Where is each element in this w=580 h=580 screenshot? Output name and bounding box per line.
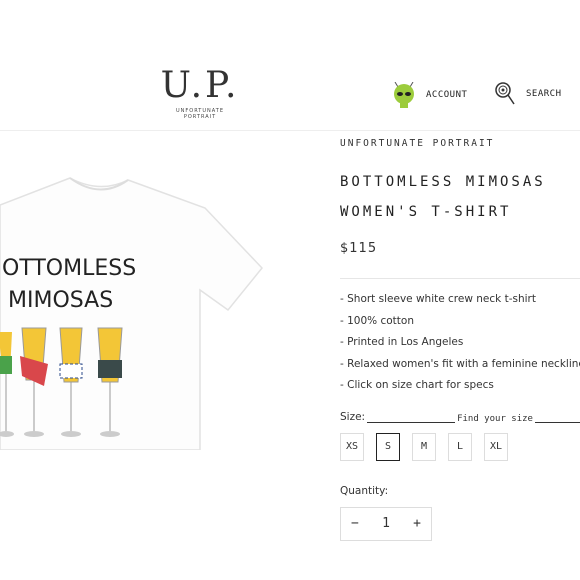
product-price: $115 [340, 241, 378, 256]
size-option-m[interactable]: M [412, 432, 436, 461]
size-option-xs[interactable]: XS [340, 432, 364, 461]
alien-icon [394, 82, 414, 108]
search-link[interactable]: SEARCH [494, 82, 562, 106]
feature-item: - 100% cotton [340, 314, 414, 327]
size-option-xl[interactable]: XL [484, 432, 508, 461]
logo-subtitle: UNFORTUNATE PORTRAIT [175, 108, 225, 120]
find-your-size-link[interactable]: Find your size [455, 413, 535, 424]
size-option-s[interactable]: S [376, 432, 400, 461]
product-vendor[interactable]: UNFORTUNATE PORTRAIT [340, 138, 580, 149]
size-header: Size: Find your size [340, 410, 580, 424]
product-title-line1: BOTTOMLESS MIMOSAS [340, 174, 546, 190]
feature-item: - Short sleeve white crew neck t-shirt [340, 293, 536, 305]
header-divider [0, 130, 580, 131]
section-divider [340, 278, 580, 279]
quantity-label: Quantity: [340, 484, 389, 497]
product-image[interactable]: OTTOMLESS MIMOSAS [0, 150, 300, 450]
size-options: XS S M L XL [340, 432, 580, 461]
product-title: BOTTOMLESS MIMOSAS WOMEN'S T-SHIRT [340, 167, 580, 227]
shirt-text-line2: MIMOSAS [8, 288, 113, 313]
quantity-stepper: − 1 + [340, 506, 432, 541]
feature-item: - Relaxed women's fit with a feminine ne… [340, 357, 580, 370]
shirt-text-line1: OTTOMLESS [2, 256, 136, 281]
product-info: UNFORTUNATE PORTRAIT BOTTOMLESS MIMOSAS … [340, 138, 580, 541]
quantity-value[interactable]: 1 [382, 516, 390, 531]
logo[interactable]: U.P. UNFORTUNATE PORTRAIT [160, 65, 240, 121]
logo-mark: U.P. [160, 65, 240, 106]
size-label: Size: [340, 410, 366, 423]
site-header: U.P. UNFORTUNATE PORTRAIT ACCOUNT SEARCH [0, 0, 580, 130]
feature-list: - Short sleeve white crew neck t-shirt -… [340, 289, 580, 397]
feature-item: - Printed in Los Angeles [340, 336, 464, 348]
lollipop-icon [495, 82, 515, 105]
size-option-l[interactable]: L [448, 432, 472, 461]
product-title-line2: WOMEN'S T-SHIRT [340, 204, 512, 220]
quantity-decrease-button[interactable]: − [351, 516, 359, 531]
account-label: ACCOUNT [426, 90, 468, 100]
account-link[interactable]: ACCOUNT [392, 82, 467, 108]
quantity-increase-button[interactable]: + [413, 516, 421, 531]
search-label: SEARCH [526, 89, 562, 99]
feature-item: - Click on size chart for specs [340, 379, 494, 391]
size-rule: Find your size [367, 412, 580, 424]
